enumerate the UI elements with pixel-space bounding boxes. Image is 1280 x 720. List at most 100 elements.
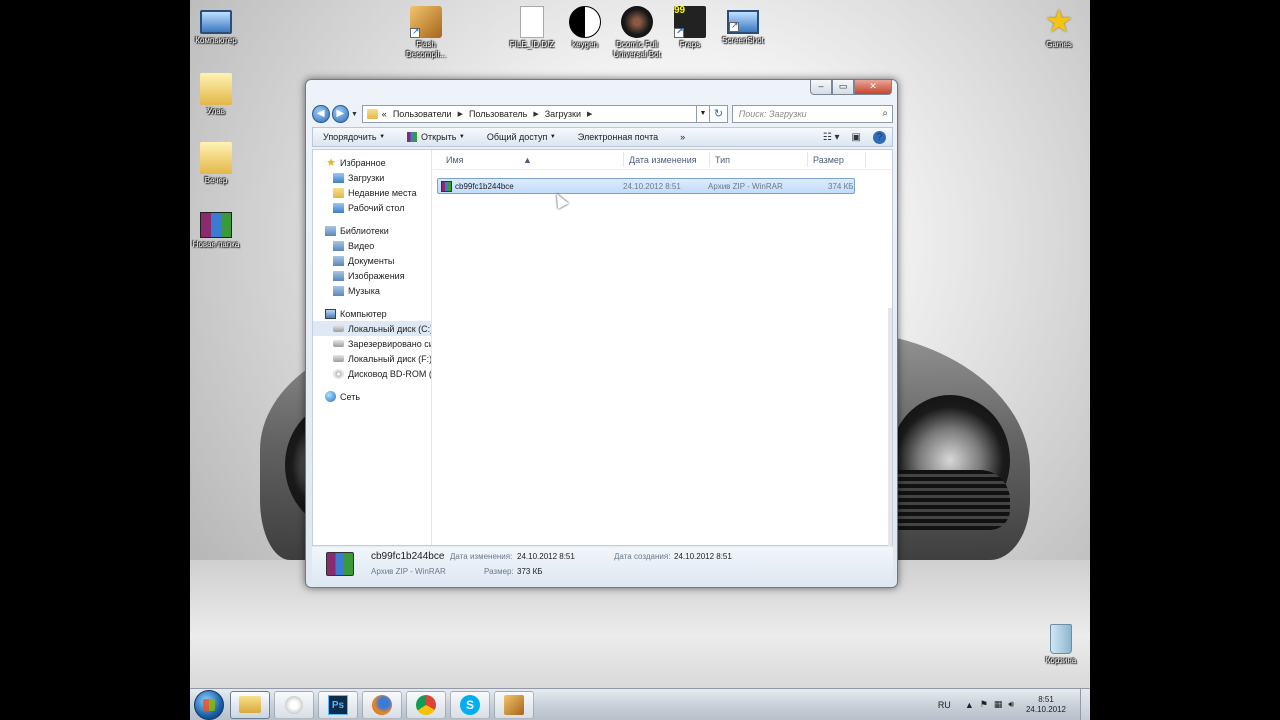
nav-item-video[interactable]: Видео	[313, 238, 431, 253]
nav-item-downloads[interactable]: Загрузки	[313, 170, 431, 185]
breadcrumb-downloads[interactable]: Загрузки	[545, 109, 581, 119]
command-bar: Упорядочить ▼ Открыть ▼ Общий доступ ▼ Э…	[312, 127, 893, 147]
nav-network-label: Сеть	[340, 391, 361, 402]
breadcrumb-chevron-icon[interactable]: ▶	[458, 110, 463, 118]
winrar-icon	[200, 212, 232, 238]
recent-places-icon	[333, 187, 344, 198]
nav-item-label: Недавние места	[348, 187, 417, 198]
minimize-button[interactable]: –	[810, 80, 832, 95]
share-button[interactable]: Общий доступ ▼	[487, 132, 556, 142]
view-options-icon[interactable]: ☷ ▾	[823, 132, 840, 143]
nav-computer[interactable]: Компьютер	[313, 306, 431, 321]
column-date[interactable]: Дата изменения	[629, 155, 697, 165]
email-button[interactable]: Электронная почта	[578, 132, 658, 142]
taskbar-app-flash[interactable]	[494, 690, 534, 719]
file-type: Архив ZIP - WinRAR	[708, 182, 783, 191]
winrar-archive-icon	[441, 181, 452, 192]
desktop-icon-folder2[interactable]: Вечер	[190, 142, 251, 186]
nav-item-recent[interactable]: Недавние места	[313, 185, 431, 200]
folder-icon	[366, 109, 378, 119]
desktop-icon-recycle[interactable]: Корзина	[1026, 624, 1090, 666]
maximize-button[interactable]: ▭	[832, 80, 854, 95]
column-divider[interactable]	[709, 152, 710, 167]
show-desktop-button[interactable]	[1080, 688, 1090, 720]
preview-pane-icon[interactable]: ▣	[852, 132, 861, 143]
taskbar-app-skype[interactable]: S	[450, 690, 490, 719]
column-type[interactable]: Тип	[715, 155, 730, 165]
nav-item-drive-c[interactable]: Локальный диск (C:)	[313, 321, 431, 336]
desktop-icon-computer[interactable]: Компьютер	[190, 6, 251, 46]
documents-icon	[333, 255, 344, 266]
details-modified-label: Дата изменения:	[450, 552, 513, 561]
star-icon: ★	[326, 156, 336, 169]
scrollbar[interactable]	[888, 308, 892, 548]
nav-item-label: Локальный диск (C:)	[348, 323, 431, 334]
taskbar-app-firefox[interactable]	[362, 690, 402, 719]
desktop-icon-flash[interactable]: Flash Decompil...	[391, 6, 461, 60]
forward-button[interactable]: ▶	[331, 105, 350, 123]
language-indicator[interactable]: RU	[938, 700, 951, 710]
tray-expand-icon[interactable]: ▲	[965, 700, 974, 710]
start-button[interactable]	[194, 689, 224, 720]
column-divider[interactable]	[623, 152, 624, 167]
network-tray-icon[interactable]: ▦	[994, 699, 1003, 710]
file-row[interactable]: cb99fc1b244bce 24.10.2012 8:51 Архив ZIP…	[437, 178, 855, 194]
breadcrumb-overflow[interactable]: «	[382, 109, 387, 119]
nav-item-music[interactable]: Музыка	[313, 283, 431, 298]
nav-item-label: Загрузки	[348, 172, 385, 183]
desktop-icon-folder1[interactable]: Улав	[190, 73, 251, 117]
nav-favorites[interactable]: ★ Избранное	[313, 155, 431, 170]
breadcrumb-user[interactable]: Пользователь	[469, 109, 527, 119]
nav-favorites-label: Избранное	[340, 157, 386, 168]
close-button[interactable]: ✕	[854, 80, 892, 95]
nav-item-documents[interactable]: Документы	[313, 253, 431, 268]
column-size[interactable]: Размер	[813, 155, 844, 165]
file-size: 374 КБ	[828, 182, 854, 191]
refresh-button[interactable]: ↻	[710, 105, 728, 123]
taskbar-app-chrome[interactable]	[406, 690, 446, 719]
column-divider[interactable]	[865, 152, 866, 167]
nav-computer-label: Компьютер	[340, 308, 387, 319]
recent-pages-dropdown[interactable]: ▼	[351, 111, 359, 118]
clock-time: 8:51	[1038, 694, 1054, 704]
file-list: ▲ Имя Дата изменения Тип Размер cb99fc1b…	[433, 150, 892, 548]
nav-item-desktop[interactable]: Рабочий стол	[313, 200, 431, 215]
chevron-down-icon: ▼	[549, 134, 556, 140]
nav-item-pictures[interactable]: Изображения	[313, 268, 431, 283]
taskbar-app-explorer[interactable]	[230, 690, 270, 719]
desktop-icon-games[interactable]: ★ Games	[1024, 5, 1090, 50]
help-icon[interactable]: ?	[873, 130, 886, 144]
address-row: ◀ ▶ ▼ « Пользователи ▶ Пользователь ▶ За…	[312, 104, 893, 124]
breadcrumb-chevron-icon[interactable]: ▶	[533, 110, 538, 118]
nav-network[interactable]: Сеть	[313, 389, 431, 404]
desktop-icon-label: Улав	[207, 107, 225, 116]
nav-libraries[interactable]: Библиотеки	[313, 223, 431, 238]
desktop-icon-newfolder[interactable]: Новая папка	[190, 212, 251, 250]
taskbar-app-wmp[interactable]	[274, 690, 314, 719]
back-button[interactable]: ◀	[312, 105, 330, 123]
column-name[interactable]: Имя	[446, 155, 464, 165]
organize-button[interactable]: Упорядочить ▼	[323, 132, 385, 142]
breadcrumb-chevron-icon[interactable]: ▶	[587, 110, 592, 118]
desktop-icon-screenshot[interactable]: ScreenShot	[708, 6, 778, 46]
nav-item-bdrom[interactable]: Дисковод BD-ROM (J:)	[313, 366, 431, 381]
column-divider[interactable]	[807, 152, 808, 167]
explorer-window[interactable]: – ▭ ✕ ◀ ▶ ▼ « Пользователи ▶ Пользовател…	[305, 79, 898, 588]
system-tray: RU ▲ ⚑ ▦ 🔊︎ 8:51 24.10.2012	[938, 688, 1090, 720]
volume-icon[interactable]: 🔊︎	[1008, 699, 1014, 710]
action-center-icon[interactable]: ⚑	[980, 699, 988, 710]
more-commands-button[interactable]: »	[680, 132, 685, 142]
details-created-value: 24.10.2012 8:51	[674, 552, 732, 561]
search-input[interactable]: Поиск: Загрузки ⌕	[731, 105, 893, 123]
address-bar[interactable]: « Пользователи ▶ Пользователь ▶ Загрузки…	[361, 105, 697, 123]
nav-item-drive-f[interactable]: Локальный диск (F:)	[313, 351, 431, 366]
open-button[interactable]: Открыть ▼	[407, 132, 465, 142]
nav-item-label: Документы	[348, 255, 395, 266]
address-dropdown[interactable]: ▼	[696, 105, 711, 123]
desktop-icon-label: Корзина	[1045, 656, 1077, 665]
video-icon	[333, 240, 344, 251]
clock[interactable]: 8:51 24.10.2012	[1020, 695, 1072, 715]
taskbar-app-photoshop[interactable]: Ps	[318, 690, 358, 719]
nav-item-reserved[interactable]: Зарезервировано системой	[313, 336, 431, 351]
breadcrumb-users[interactable]: Пользователи	[393, 109, 452, 119]
